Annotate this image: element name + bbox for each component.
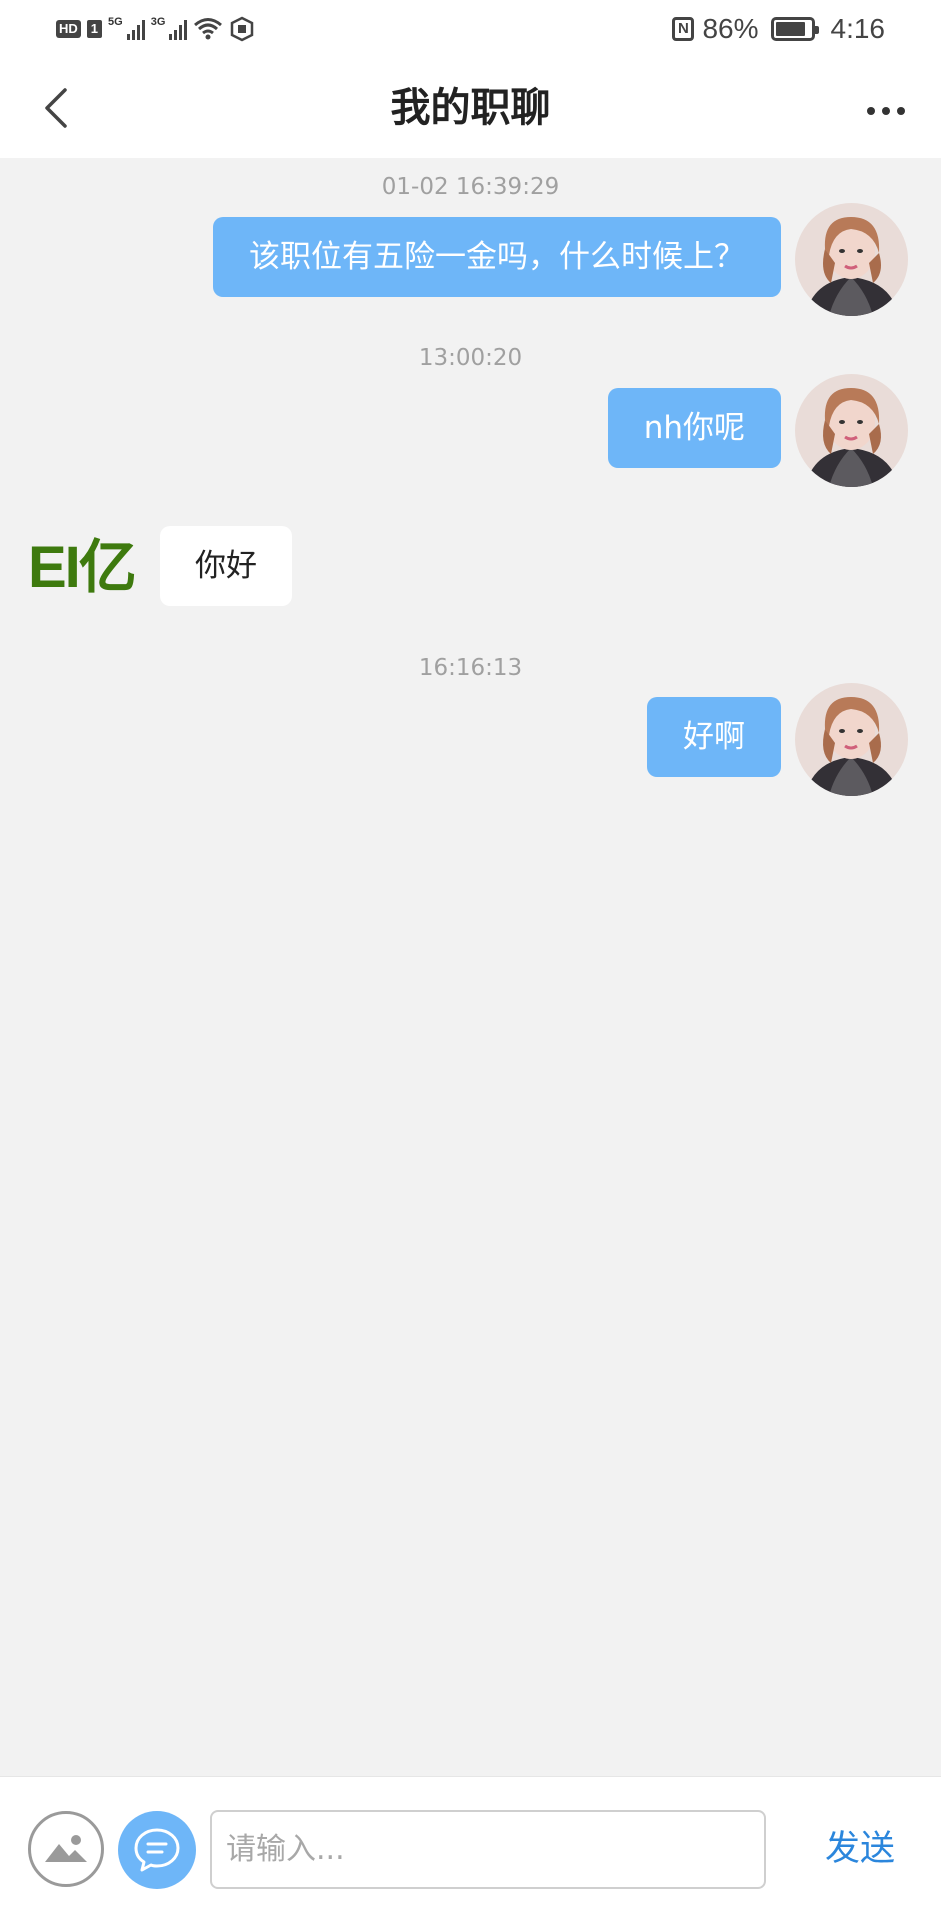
outgoing-message-bubble[interactable]: 好啊 <box>647 697 781 777</box>
status-bar: HD 1 5G 3G N 86% 4:16 <box>0 0 941 58</box>
image-button[interactable] <box>28 1811 104 1887</box>
battery-percent: 86% <box>702 13 759 44</box>
hd-icon: HD <box>56 20 81 38</box>
battery-icon <box>770 17 819 41</box>
signal-icon <box>169 18 188 40</box>
network-label-1: 5G <box>108 16 123 28</box>
nav-bar: 我的职聊 <box>0 58 941 158</box>
message-timestamp: 16:16:13 <box>418 655 523 681</box>
user-photo-icon <box>795 683 908 796</box>
battery-fill <box>775 22 805 36</box>
contact-avatar[interactable]: EI亿 <box>0 511 152 624</box>
send-button[interactable]: 发送 <box>800 1810 920 1889</box>
image-icon <box>45 1835 87 1862</box>
message-timestamp: 01-02 16:39:29 <box>381 174 560 200</box>
hotspot-icon <box>231 16 254 42</box>
company-logo-text: EI亿 <box>28 535 137 600</box>
user-photo-icon <box>795 374 908 487</box>
more-dots-icon <box>867 107 875 115</box>
status-right: N 86% 4:16 <box>672 12 885 46</box>
signal-icon <box>126 18 145 40</box>
chat-mode-button[interactable] <box>118 1811 196 1889</box>
nfc-icon: N <box>672 17 695 41</box>
network-label-2: 3G <box>150 16 166 28</box>
more-button[interactable] <box>851 86 921 136</box>
outgoing-message-bubble[interactable]: nh你呢 <box>607 388 781 468</box>
more-dots-icon <box>897 107 905 115</box>
my-avatar[interactable] <box>795 203 908 316</box>
message-input[interactable] <box>210 1810 766 1889</box>
sim-icon: 1 <box>86 20 103 38</box>
incoming-message-bubble[interactable]: 你好 <box>160 526 292 606</box>
page-title: 我的职聊 <box>390 85 551 131</box>
my-avatar[interactable] <box>795 683 908 796</box>
user-photo-icon <box>795 203 908 316</box>
outgoing-message-bubble[interactable]: 该职位有五险一金吗，什么时候上？ <box>213 217 781 297</box>
message-timestamp: 13:00:20 <box>418 345 523 371</box>
status-left: HD 1 5G 3G <box>56 14 255 44</box>
chat-bubble-icon <box>134 1828 180 1872</box>
wifi-icon <box>194 18 223 40</box>
my-avatar[interactable] <box>795 374 908 487</box>
clock: 4:16 <box>830 13 886 44</box>
more-dots-icon <box>882 107 890 115</box>
input-bar: 发送 <box>0 1776 941 1920</box>
